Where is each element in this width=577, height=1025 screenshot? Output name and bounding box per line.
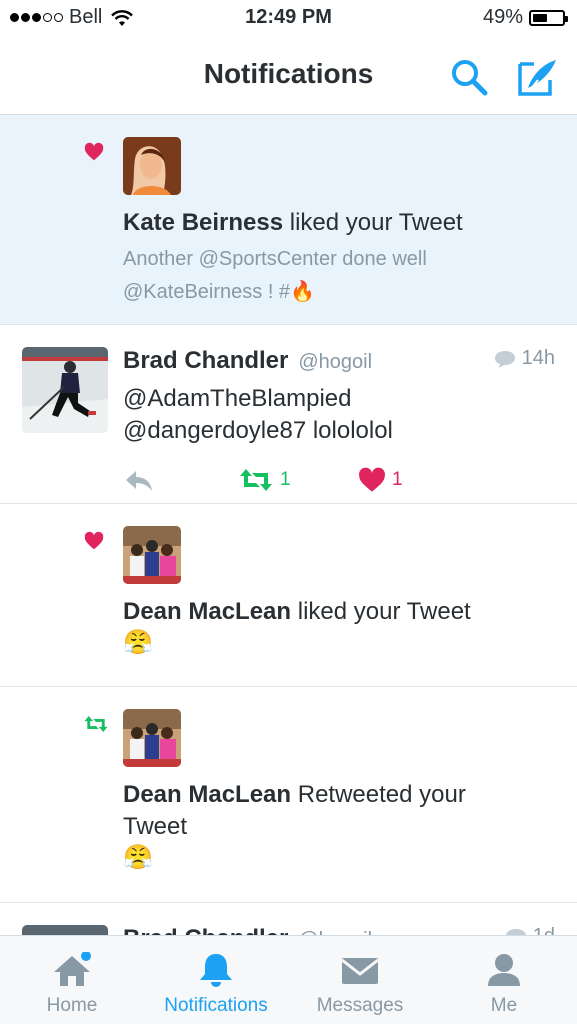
new-content-badge bbox=[81, 952, 91, 961]
navigation-bar: Notifications bbox=[0, 38, 577, 115]
tab-me[interactable]: Me bbox=[432, 936, 576, 1025]
tweet-preview: Another @SportsCenter done well @KateBei… bbox=[123, 248, 427, 303]
notification-text: Dean MacLean Retweeted your Tweet bbox=[123, 781, 466, 840]
bell-icon bbox=[200, 954, 232, 987]
tweet-header: Brad Chandler @hogoil bbox=[123, 347, 557, 376]
angry-face-emoji: 😤 bbox=[123, 629, 153, 656]
tab-label: Messages bbox=[316, 995, 404, 1016]
battery-icon bbox=[529, 9, 568, 26]
tweet-preview: 😤 bbox=[123, 626, 547, 659]
fire-emoji: 🔥 bbox=[290, 281, 315, 303]
envelope-icon bbox=[341, 958, 379, 984]
person-icon bbox=[488, 954, 520, 986]
reply-icon[interactable] bbox=[124, 469, 154, 493]
user-name[interactable]: Dean MacLean bbox=[123, 598, 291, 625]
home-icon bbox=[54, 952, 91, 986]
avatar[interactable] bbox=[123, 709, 181, 767]
tab-notifications[interactable]: Notifications bbox=[144, 936, 288, 1025]
heart-icon bbox=[84, 142, 104, 161]
notification-like[interactable]: Dean MacLean liked your Tweet 😤 bbox=[0, 504, 577, 687]
notification-text: Dean MacLean liked your Tweet bbox=[123, 598, 471, 625]
conversation-icon bbox=[494, 350, 515, 368]
like-action[interactable]: 1 bbox=[358, 467, 403, 493]
search-icon[interactable] bbox=[448, 56, 490, 98]
avatar[interactable] bbox=[123, 137, 181, 195]
user-handle[interactable]: @hogoil bbox=[298, 348, 372, 376]
status-bar: Bell 12:49 PM 49% bbox=[0, 0, 577, 38]
user-name[interactable]: Brad Chandler bbox=[123, 347, 288, 375]
retweet-count: 1 bbox=[280, 469, 291, 490]
avatar[interactable] bbox=[22, 347, 108, 433]
retweet-icon bbox=[84, 716, 108, 732]
tab-bar: Home Notifications Messages Me bbox=[0, 935, 577, 1024]
battery-percent: 49% bbox=[482, 6, 523, 28]
tab-label: Home bbox=[46, 995, 98, 1016]
tweet-item[interactable]: Brad Chandler @hogoil 14h @AdamTheBlampi… bbox=[0, 325, 577, 504]
tab-label: Me bbox=[490, 995, 518, 1016]
compose-tweet-icon[interactable] bbox=[516, 56, 558, 98]
user-name[interactable]: Dean MacLean bbox=[123, 781, 291, 808]
battery-status: 49% bbox=[482, 6, 568, 29]
notifications-feed[interactable]: Kate Beirness liked your Tweet Another @… bbox=[0, 115, 577, 1023]
notification-retweet[interactable]: Dean MacLean Retweeted your Tweet 😤 bbox=[0, 687, 577, 903]
notification-text: Kate Beirness liked your Tweet bbox=[123, 209, 463, 236]
user-name[interactable]: Kate Beirness bbox=[123, 209, 283, 236]
angry-face-emoji: 😤 bbox=[123, 844, 153, 871]
tweet-preview: 😤 bbox=[123, 841, 547, 874]
heart-icon bbox=[84, 531, 104, 550]
tweet-text: @AdamTheBlampied @dangerdoyle87 lolololo… bbox=[123, 385, 393, 444]
tab-messages[interactable]: Messages bbox=[288, 936, 432, 1025]
retweet-action[interactable]: 1 bbox=[238, 467, 291, 493]
like-count: 1 bbox=[392, 469, 403, 490]
page-title: Notifications bbox=[203, 58, 374, 89]
tweet-timestamp: 14h bbox=[494, 347, 555, 370]
avatar[interactable] bbox=[123, 526, 181, 584]
heart-icon bbox=[359, 467, 385, 492]
notification-like[interactable]: Kate Beirness liked your Tweet Another @… bbox=[0, 115, 577, 325]
retweet-icon bbox=[240, 469, 272, 491]
tab-home[interactable]: Home bbox=[0, 936, 144, 1025]
tab-label: Notifications bbox=[164, 995, 268, 1016]
